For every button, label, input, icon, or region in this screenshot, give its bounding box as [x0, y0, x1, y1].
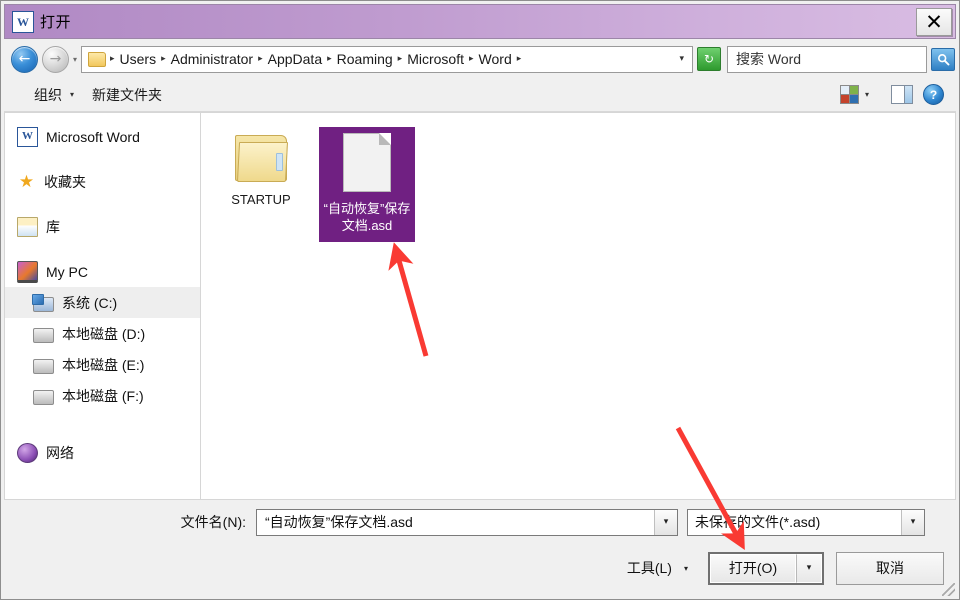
- tools-button[interactable]: 工具(L) ▾: [623, 553, 692, 583]
- navigation-pane[interactable]: W Microsoft Word ★ 收藏夹 库 My PC 系统 (C:) 本…: [4, 112, 200, 500]
- titlebar: W 打开 ✕: [4, 4, 956, 39]
- sidebar-item-label: 收藏夹: [44, 173, 86, 190]
- organize-button[interactable]: 组织: [26, 85, 70, 105]
- breadcrumb-dropdown-icon[interactable]: ▾: [675, 54, 692, 64]
- file-item-autorecover-asd[interactable]: “自动恢复”保存文档.asd: [319, 127, 415, 242]
- forward-button[interactable]: →: [42, 45, 69, 73]
- filename-label: 文件名(N):: [180, 514, 246, 530]
- search-icon[interactable]: [931, 47, 955, 71]
- sidebar-item-label: 本地磁盘 (D:): [62, 325, 146, 342]
- preview-pane-icon[interactable]: [891, 85, 913, 104]
- help-icon[interactable]: ?: [923, 84, 944, 105]
- open-button-group: 打开(O) ▾: [708, 551, 824, 585]
- file-item-label: “自动恢复”保存文档.asd: [323, 201, 411, 233]
- tools-label: 工具(L): [626, 560, 672, 576]
- drive-icon: [33, 358, 54, 374]
- drive-icon: [33, 327, 54, 343]
- sidebar-item-label: Microsoft Word: [46, 128, 140, 145]
- back-arrow-icon: ←: [18, 51, 31, 67]
- folder-icon: [88, 51, 106, 67]
- sidebar-item-label: 网络: [46, 444, 74, 461]
- breadcrumb-item-administrator[interactable]: Administrator: [167, 51, 257, 67]
- filename-value: “自动恢复”保存文档.asd: [265, 514, 413, 530]
- search-input[interactable]: 搜索 Word: [727, 45, 927, 73]
- sidebar-item-label: My PC: [46, 263, 88, 280]
- filetype-dropdown-icon[interactable]: ▾: [901, 509, 924, 535]
- computer-icon: [17, 260, 38, 283]
- sidebar-item-favorites[interactable]: ★ 收藏夹: [5, 166, 200, 197]
- resize-grip[interactable]: [942, 583, 955, 596]
- sidebar-item-local-disk-f[interactable]: 本地磁盘 (F:): [5, 380, 200, 411]
- window-title: 打开: [40, 14, 72, 31]
- refresh-icon[interactable]: ↻: [697, 47, 721, 71]
- sidebar-item-label: 系统 (C:): [62, 294, 118, 311]
- dialog-footer: 文件名(N): “自动恢复”保存文档.asd ▾ 未保存的文件(*.asd) ▾…: [1, 500, 959, 599]
- dialog-body: W Microsoft Word ★ 收藏夹 库 My PC 系统 (C:) 本…: [4, 112, 956, 500]
- sidebar-item-system-c[interactable]: 系统 (C:): [5, 287, 200, 318]
- drive-icon: [33, 389, 54, 405]
- star-icon: ★: [18, 171, 35, 192]
- search-placeholder: 搜索 Word: [736, 51, 802, 67]
- back-button[interactable]: ←: [11, 45, 38, 73]
- filename-row: 文件名(N): “自动恢复”保存文档.asd ▾ 未保存的文件(*.asd) ▾: [4, 500, 956, 544]
- sidebar-item-local-disk-e[interactable]: 本地磁盘 (E:): [5, 349, 200, 380]
- command-bar: 组织 ▾ 新建文件夹 ▾ ?: [4, 78, 956, 112]
- breadcrumb-item-word[interactable]: Word: [475, 51, 516, 67]
- network-icon: [17, 442, 38, 463]
- file-item-label: STARTUP: [231, 192, 291, 207]
- document-icon: [343, 133, 391, 192]
- file-tiles: STARTUP “自动恢复”保存文档.asd: [201, 113, 955, 242]
- breadcrumb-item-roaming[interactable]: Roaming: [333, 51, 397, 67]
- organize-caret-icon[interactable]: ▾: [70, 90, 84, 99]
- recent-locations-caret-icon[interactable]: ▾: [69, 55, 81, 64]
- file-item-startup[interactable]: STARTUP: [213, 127, 309, 242]
- folder-icon: [233, 133, 289, 183]
- view-caret-icon[interactable]: ▾: [865, 90, 879, 99]
- system-drive-icon: [32, 293, 54, 312]
- sidebar-item-microsoft-word[interactable]: W Microsoft Word: [5, 121, 200, 152]
- address-bar: ← → ▾ ▸ Users ▸ Administrator ▸ AppData …: [4, 43, 956, 75]
- sidebar-item-local-disk-d[interactable]: 本地磁盘 (D:): [5, 318, 200, 349]
- sidebar-item-label: 库: [46, 218, 60, 235]
- button-row: 工具(L) ▾ 打开(O) ▾ 取消: [4, 544, 956, 596]
- sidebar-item-label: 本地磁盘 (E:): [62, 356, 145, 373]
- breadcrumb-item-microsoft[interactable]: Microsoft: [403, 51, 468, 67]
- close-icon[interactable]: ✕: [916, 8, 952, 36]
- sidebar-item-network[interactable]: 网络: [5, 437, 200, 468]
- open-file-dialog: W 打开 ✕ ← → ▾ ▸ Users ▸ Administrator ▸ A…: [0, 0, 960, 600]
- word-icon: W: [17, 126, 38, 147]
- breadcrumb[interactable]: ▸ Users ▸ Administrator ▸ AppData ▸ Roam…: [81, 45, 693, 73]
- breadcrumb-item-appdata[interactable]: AppData: [264, 51, 326, 67]
- breadcrumb-sep[interactable]: ▸: [516, 54, 523, 64]
- new-folder-button[interactable]: 新建文件夹: [84, 85, 170, 105]
- filename-dropdown-icon[interactable]: ▾: [654, 509, 677, 535]
- word-icon: W: [12, 10, 34, 33]
- breadcrumb-item-users[interactable]: Users: [116, 51, 161, 67]
- filename-input[interactable]: “自动恢复”保存文档.asd ▾: [256, 508, 678, 536]
- open-button[interactable]: 打开(O): [710, 553, 796, 583]
- sidebar-item-my-pc[interactable]: My PC: [5, 256, 200, 287]
- file-list-pane[interactable]: STARTUP “自动恢复”保存文档.asd: [200, 112, 956, 500]
- tools-caret-icon: ▾: [683, 563, 688, 573]
- sidebar-item-label: 本地磁盘 (F:): [62, 387, 144, 404]
- library-icon: [17, 216, 38, 237]
- sidebar-item-libraries[interactable]: 库: [5, 211, 200, 242]
- forward-arrow-icon: →: [49, 51, 62, 67]
- cancel-button[interactable]: 取消: [836, 551, 944, 585]
- filetype-select[interactable]: 未保存的文件(*.asd) ▾: [687, 508, 925, 536]
- change-view-icon[interactable]: [839, 85, 859, 104]
- filetype-value: 未保存的文件(*.asd): [695, 514, 821, 530]
- open-dropdown-icon[interactable]: ▾: [796, 553, 822, 583]
